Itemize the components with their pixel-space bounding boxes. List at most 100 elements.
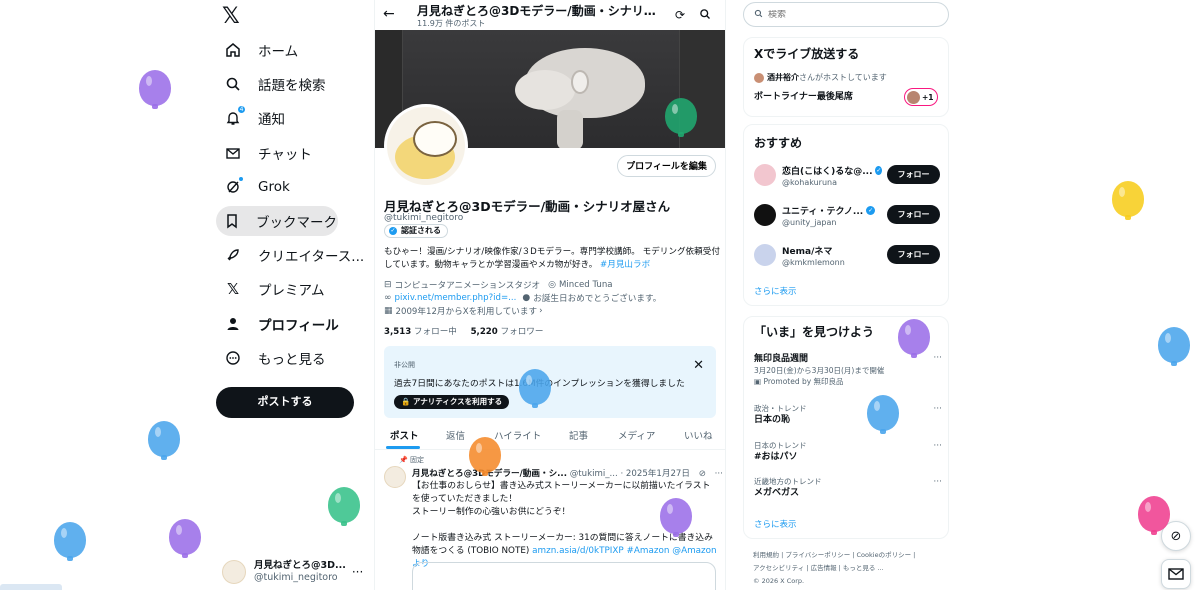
nav-item-bookmarks[interactable]: ブックマーク bbox=[216, 206, 338, 236]
balloon-decoration bbox=[469, 437, 501, 476]
balloon-decoration bbox=[519, 369, 551, 408]
active-tab-indicator bbox=[386, 446, 420, 449]
footer-line[interactable]: アクセシビリティ | 広告情報 | もっと見る ... bbox=[753, 562, 953, 575]
post-button[interactable]: ポストする bbox=[216, 387, 354, 418]
trends-title: 「いま」を見つけよう bbox=[754, 325, 875, 339]
footer-line[interactable]: 利用規約 | プライバシーポリシー | Cookieのポリシー | bbox=[753, 549, 953, 562]
bio-hashtag[interactable]: #月見山ラボ bbox=[600, 260, 650, 270]
tweet-hashtag[interactable]: #Amazon bbox=[627, 546, 670, 556]
nav-item-home[interactable]: ホーム bbox=[216, 35, 306, 65]
mail-icon bbox=[224, 144, 242, 162]
x-logo-icon[interactable]: 𝕏 bbox=[222, 6, 246, 30]
live-title: Xでライブ放送する bbox=[754, 47, 860, 61]
tweet-link[interactable]: amzn.asia/d/0kTPIXP bbox=[532, 546, 624, 556]
back-arrow-icon[interactable]: ← bbox=[383, 6, 395, 22]
trend-title: #おはパソ bbox=[754, 452, 798, 462]
balloon-decoration bbox=[1138, 496, 1170, 535]
close-icon[interactable]: ✕ bbox=[693, 358, 704, 373]
followers-link[interactable]: 5,220 フォロワー bbox=[471, 327, 544, 337]
show-more-link[interactable]: さらに表示 bbox=[754, 518, 797, 530]
following-link[interactable]: 3,513 フォロー中 bbox=[384, 327, 457, 337]
briefcase-icon: ⊟ bbox=[384, 280, 392, 290]
recommend-name: ユニティ・テクノ... bbox=[782, 207, 864, 217]
follow-button[interactable]: フォロー bbox=[887, 205, 940, 224]
trend-item[interactable]: 日本のトレンド #おはパソ ··· bbox=[754, 441, 942, 463]
trend-promoted-text: Promoted by 無印良品 bbox=[763, 377, 844, 386]
balloon-decoration bbox=[660, 498, 692, 537]
recommend-user-name: ユニティ・テクノ... ✓ bbox=[782, 204, 882, 217]
nav-item-more[interactable]: もっと見る bbox=[216, 343, 334, 373]
tab-articles[interactable]: 記事 bbox=[569, 428, 588, 442]
tab-posts[interactable]: ポスト bbox=[390, 428, 419, 442]
avatar bbox=[754, 244, 776, 266]
more-dots-icon[interactable]: ··· bbox=[933, 404, 942, 414]
avatar-decoration bbox=[413, 121, 457, 157]
tab-replies[interactable]: 返信 bbox=[446, 428, 465, 442]
nav-item-chat[interactable]: チャット bbox=[216, 138, 320, 168]
search-box[interactable] bbox=[743, 2, 949, 27]
nav-item-profile[interactable]: プロフィール bbox=[216, 309, 347, 339]
pin-icon: 📌 bbox=[399, 456, 408, 464]
trend-item[interactable]: 無印良品週間 3月20日(金)から3月30日(月)まで開催 ▣ Promoted… bbox=[754, 353, 942, 387]
space-title[interactable]: ボートライナー最後尾席 bbox=[754, 89, 853, 102]
tweet-header: 月見ねぎとろ@3Dモデラー/動画・シ... @tukimi_... · 2025… bbox=[412, 467, 723, 479]
refresh-icon[interactable]: ⟳ bbox=[673, 8, 687, 22]
more-dots-icon[interactable]: ··· bbox=[715, 469, 723, 479]
profile-link[interactable]: pixiv.net/member.php?id=... bbox=[395, 293, 517, 303]
balloon-decoration bbox=[1158, 327, 1190, 366]
nav-item-creator-studio[interactable]: クリエイタース... bbox=[216, 240, 372, 270]
tweet-handle: @tukimi_... bbox=[569, 469, 618, 479]
nav-item-notifications[interactable]: 4 通知 bbox=[216, 103, 293, 133]
nav-item-explore[interactable]: 話題を検索 bbox=[216, 69, 334, 99]
account-handle: @tukimi_negitoro bbox=[254, 572, 338, 583]
tweet-media-card[interactable] bbox=[412, 562, 716, 590]
recommend-user[interactable]: Nema/ネマ @kmkmlemonn フォロー bbox=[754, 240, 942, 272]
edit-profile-button[interactable]: プロフィールを編集 bbox=[617, 155, 716, 177]
trend-category: 政治・トレンド bbox=[754, 404, 807, 413]
tab-media[interactable]: メディア bbox=[618, 428, 655, 442]
following-count: 3,513 bbox=[384, 327, 412, 337]
trend-item[interactable]: 政治・トレンド 日本の恥 ··· bbox=[754, 404, 942, 426]
get-verified-button[interactable]: ✓ 認証される bbox=[384, 224, 448, 238]
live-listeners-pill[interactable]: +1 bbox=[904, 88, 938, 106]
recommend-user[interactable]: 恋白(こはく)るな@... ✓ @kohakuruna フォロー bbox=[754, 160, 942, 192]
search-icon[interactable] bbox=[698, 8, 712, 22]
mail-icon bbox=[1168, 568, 1184, 580]
trend-subtitle: 3月20日(金)から3月30日(月)まで開催 bbox=[754, 366, 885, 375]
nav-label: Grok bbox=[258, 179, 290, 195]
recommend-name: 恋白(こはく)るな@... bbox=[782, 167, 873, 177]
follow-button[interactable]: フォロー bbox=[887, 165, 940, 184]
messages-floating-button[interactable] bbox=[1161, 559, 1191, 589]
recommend-user[interactable]: ユニティ・テクノ... ✓ @unity_japan フォロー bbox=[754, 200, 942, 232]
nav-label: ブックマーク bbox=[256, 215, 337, 231]
calendar-icon: ▦ bbox=[384, 306, 393, 316]
nav-item-premium[interactable]: 𝕏 プレミアム bbox=[216, 274, 333, 304]
more-dots-icon[interactable]: ··· bbox=[933, 477, 942, 487]
analytics-button[interactable]: 🔒 アナリティクスを利用する bbox=[394, 395, 510, 409]
grok-icon[interactable]: ⊘ bbox=[699, 469, 706, 479]
verify-label: 認証される bbox=[401, 226, 441, 235]
more-dots-icon[interactable]: ··· bbox=[933, 353, 942, 363]
trend-item[interactable]: 近畿地方のトレンド メガベガス ··· bbox=[754, 477, 942, 499]
header-title: 月見ねぎとろ@3Dモデラー/動画・シナリオ... bbox=[417, 4, 667, 18]
more-dots-icon[interactable]: ··· bbox=[352, 565, 363, 579]
profile-meta-row[interactable]: ▦ 2009年12月からXを利用しています › bbox=[384, 305, 543, 317]
show-more-link[interactable]: さらに表示 bbox=[754, 285, 797, 297]
recommend-title: おすすめ bbox=[754, 136, 803, 150]
follow-button[interactable]: フォロー bbox=[887, 245, 940, 264]
profile-avatar[interactable] bbox=[384, 104, 468, 188]
live-host-name[interactable]: 酒井裕介 bbox=[767, 72, 799, 83]
profile-joined: 2009年12月からXを利用しています bbox=[395, 307, 538, 317]
profile-bio: もひゃー！漫画/シナリオ/映像作家/３Dモデラー。専門学校講師。 モデリング依頼… bbox=[384, 246, 720, 272]
search-input[interactable] bbox=[768, 9, 928, 20]
tab-highlights[interactable]: ハイライト bbox=[494, 428, 541, 442]
avatar[interactable] bbox=[384, 466, 406, 488]
tab-likes[interactable]: いいね bbox=[684, 428, 713, 442]
account-switcher[interactable]: 月見ねぎとろ@3D... @tukimi_negitoro ··· bbox=[222, 556, 372, 588]
following-label: フォロー中 bbox=[413, 327, 457, 337]
profile-category: コンピュータアニメーションスタジオ bbox=[394, 281, 541, 291]
more-dots-icon[interactable]: ··· bbox=[933, 441, 942, 451]
bell-icon: 4 bbox=[224, 105, 246, 127]
tweet-date[interactable]: · 2025年1月27日 bbox=[620, 469, 690, 479]
nav-item-grok[interactable]: Grok bbox=[216, 172, 298, 202]
